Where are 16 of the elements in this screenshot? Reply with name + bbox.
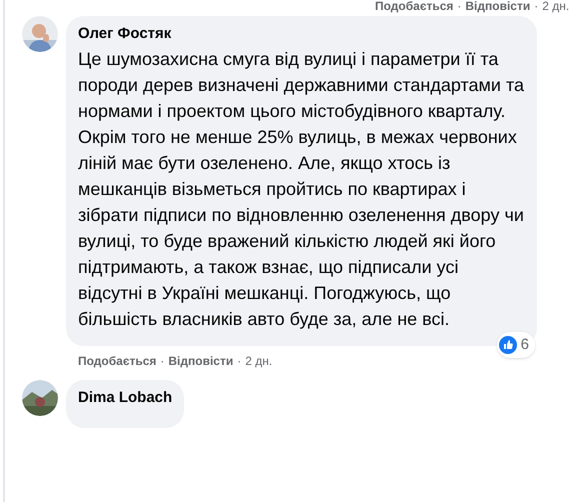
reaction-count: 6 (520, 334, 529, 354)
thumbs-up-icon (498, 336, 517, 354)
author-name[interactable]: Dima Lobach (78, 388, 172, 408)
reply-link[interactable]: Відповісти (465, 0, 530, 12)
separator: · (160, 353, 164, 370)
comment-time[interactable]: 2 дн. (245, 352, 272, 370)
comment-text: Це шумозахисна смуга від вулиці і параметри її та породи дерев визначені державними стандартами та нормами і проектом цього містобудівного кварталу. Окрім того не менше 25% вулиць, в межах червоних ліній має бути озеленено. Але, якщо хтось із мешканців візьметься пройтись по квартирах і зібрати підписи по відновленню озеленення двору чи вулиці, то буде вражений кількістю людей які його підтримають, а також взнає, що підписали усі відсутні в Україні мешканці. Погоджуюсь, що більшість власників авто буде за, але не всі. (78, 48, 525, 331)
reaction-badge[interactable]: 6 (496, 332, 535, 358)
like-link[interactable]: Подобається (375, 0, 454, 12)
separator: · (534, 0, 538, 12)
like-link[interactable]: Подобається (78, 352, 156, 370)
separator: · (457, 0, 462, 12)
separator: · (237, 353, 242, 370)
author-name[interactable]: Олег Фостяк (78, 24, 525, 44)
reply-link[interactable]: Відповісти (168, 352, 234, 370)
comment-time[interactable]: 2 дн. (542, 0, 570, 12)
